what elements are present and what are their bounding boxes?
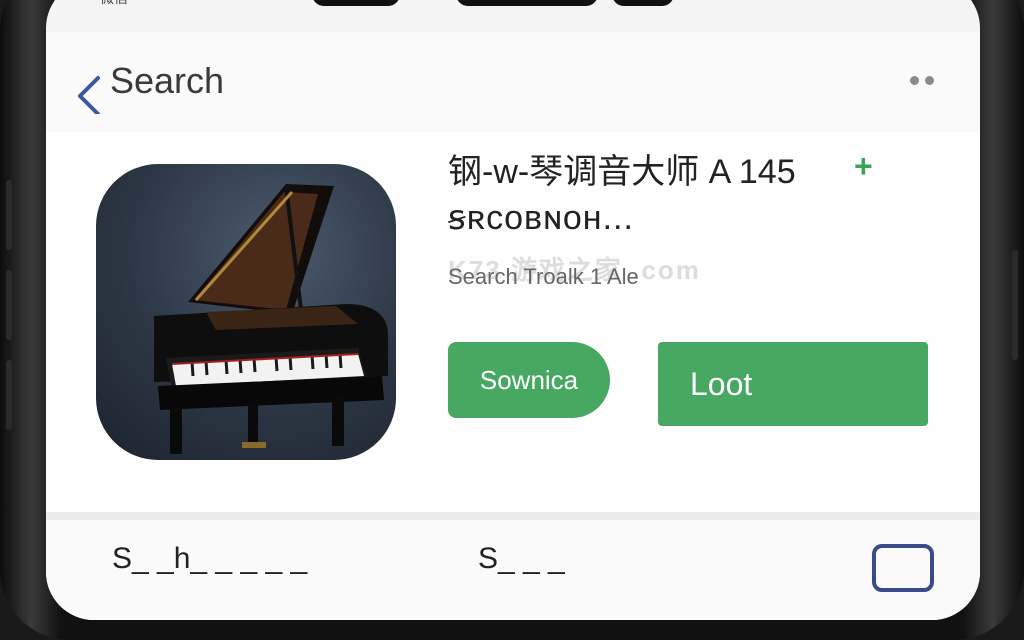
phone-side-button (6, 360, 12, 430)
bottom-section-left-text: S_ _h_ _ _ _ _ (112, 542, 308, 575)
more-options-icon[interactable] (910, 76, 934, 85)
app-detail-card: 钢-w-琴调音大师 A 145 + ꞩʀcᴏʙɴᴏн... K73 游戏之家 .… (46, 132, 980, 512)
add-plus-icon[interactable]: + (854, 148, 873, 185)
bottom-section: S_ _h_ _ _ _ _ S_ _ _ (46, 520, 980, 620)
status-notch-segment (312, 0, 400, 6)
grand-piano-icon (154, 184, 388, 454)
app-title-line-2: ꞩʀcᴏʙɴᴏн... (448, 199, 634, 237)
section-divider (46, 512, 980, 520)
app-title: 钢-w-琴调音大师 A 145 (448, 153, 796, 191)
bottom-action-icon[interactable] (872, 544, 934, 592)
status-notch-segment (612, 0, 674, 6)
download-button[interactable]: Sownica (448, 342, 610, 418)
phone-side-button (1012, 250, 1018, 360)
loot-button[interactable]: Loot (658, 342, 928, 426)
status-bar-text: 微信 (100, 0, 128, 8)
status-bar: 微信 (46, 0, 980, 30)
app-icon[interactable] (96, 164, 396, 460)
status-notch-segment (456, 0, 598, 6)
phone-screen: 微信 Search (46, 0, 980, 620)
phone-side-button (6, 270, 12, 340)
navigation-bar: Search (46, 32, 980, 132)
back-chevron-icon[interactable] (70, 74, 110, 114)
app-subtitle: Search Troalk 1 Ale (448, 264, 639, 289)
phone-side-button (6, 180, 12, 250)
back-button-label[interactable]: Search (110, 60, 224, 102)
bottom-section-right-text: S_ _ _ (478, 542, 565, 575)
